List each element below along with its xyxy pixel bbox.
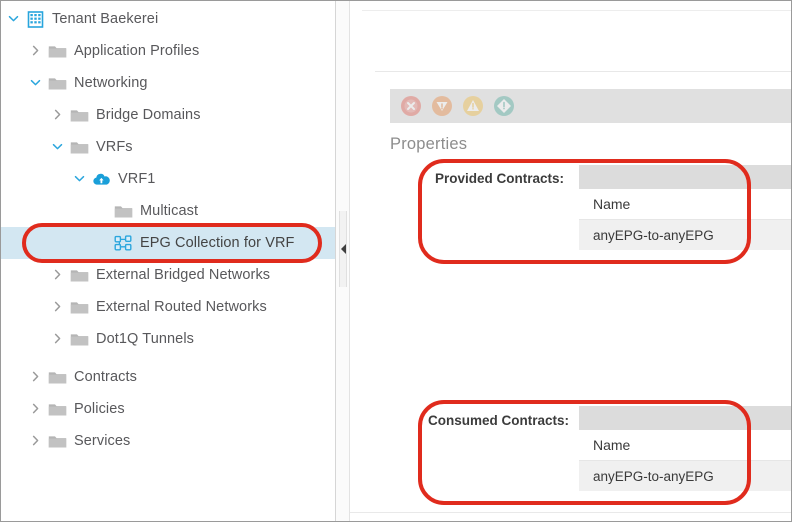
provided-contracts-table-toolbar[interactable] — [579, 165, 791, 189]
chevron-right-icon[interactable] — [51, 108, 66, 123]
tree-item-application-profiles[interactable]: Application Profiles — [1, 35, 335, 67]
tree-item-vrf1[interactable]: VRF1 — [1, 163, 335, 195]
tree-item-epg-collection-for-vrf[interactable]: EPG Collection for VRF — [1, 227, 335, 259]
tenant-building-icon — [25, 10, 45, 28]
provided-contracts-table: Name anyEPG-to-anyEPG — [579, 165, 791, 264]
folder-icon — [47, 368, 67, 386]
tree-item-label: Tenant Baekerei — [52, 11, 159, 27]
chevron-down-icon[interactable] — [29, 76, 44, 91]
chevron-down-icon[interactable] — [7, 12, 22, 27]
chevron-right-icon[interactable] — [51, 300, 66, 315]
tree-item-networking[interactable]: Networking — [1, 67, 335, 99]
tree-item-external-routed-networks[interactable]: External Routed Networks — [1, 291, 335, 323]
tree-item-label: VRF1 — [118, 171, 156, 187]
provided-contracts-table-header: Name — [579, 189, 791, 220]
bottom-divider — [350, 512, 791, 513]
contract-name-cell: anyEPG-to-anyEPG — [593, 468, 714, 484]
consumed-contracts-label: Consumed Contracts: — [428, 413, 570, 428]
chevron-down-icon[interactable] — [73, 172, 88, 187]
table-row[interactable]: anyEPG-to-anyEPG — [579, 220, 791, 250]
tree-item-contracts[interactable]: Contracts — [1, 361, 335, 393]
chevron-down-icon[interactable] — [51, 140, 66, 155]
column-header-name[interactable]: Name — [593, 437, 630, 453]
navigation-tree-panel: Tenant Baekerei Application Profiles Netwo… — [1, 1, 336, 521]
tree-item-policies[interactable]: Policies — [1, 393, 335, 425]
tree-item-label: Services — [74, 433, 131, 449]
chevron-right-icon[interactable] — [29, 434, 44, 449]
tree-item-label: Policies — [74, 401, 125, 417]
top-divider — [362, 10, 791, 11]
tree-item-label: EPG Collection for VRF — [140, 235, 295, 251]
table-row-filler — [579, 250, 791, 264]
tree-item-services[interactable]: Services — [1, 425, 335, 457]
fault-warning-icon[interactable] — [493, 95, 515, 117]
table-row[interactable]: anyEPG-to-anyEPG — [579, 461, 791, 491]
chevron-right-icon[interactable] — [51, 332, 66, 347]
tree-item-bridge-domains[interactable]: Bridge Domains — [1, 99, 335, 131]
tree-item-label: VRFs — [96, 139, 133, 155]
tree-item-dot1q-tunnels[interactable]: Dot1Q Tunnels — [1, 323, 335, 355]
splitter-collapse-handle[interactable] — [339, 211, 347, 287]
folder-icon — [47, 432, 67, 450]
tree-item-label: External Routed Networks — [96, 299, 267, 315]
vrf-cloud-icon — [91, 170, 111, 188]
folder-icon — [69, 106, 89, 124]
folder-icon — [113, 202, 133, 220]
folder-icon — [47, 42, 67, 60]
tree-item-label: External Bridged Networks — [96, 267, 271, 283]
tree-item-label: Networking — [74, 75, 148, 91]
consumed-contracts-table-header: Name — [579, 430, 791, 461]
tree-item-external-bridged-networks[interactable]: External Bridged Networks — [1, 259, 335, 291]
tree-item-vrfs[interactable]: VRFs — [1, 131, 335, 163]
folder-icon — [69, 330, 89, 348]
section-divider — [375, 71, 791, 72]
fault-major-icon[interactable] — [431, 95, 453, 117]
tree-item-label: Bridge Domains — [96, 107, 201, 123]
chevron-right-icon[interactable] — [51, 268, 66, 283]
tree-item-label: Dot1Q Tunnels — [96, 331, 195, 347]
tree-item-tenant-baekerei[interactable]: Tenant Baekerei — [1, 3, 335, 35]
chevron-right-icon[interactable] — [29, 402, 44, 417]
panel-splitter[interactable] — [336, 1, 350, 521]
chevron-right-icon[interactable] — [29, 370, 44, 385]
fault-critical-icon[interactable] — [400, 95, 422, 117]
collapse-left-arrow-icon — [340, 244, 346, 254]
fault-minor-icon[interactable] — [462, 95, 484, 117]
folder-icon — [69, 266, 89, 284]
epg-collection-icon — [113, 234, 133, 252]
provided-contracts-label: Provided Contracts: — [435, 171, 565, 186]
tree-item-multicast[interactable]: Multicast — [1, 195, 335, 227]
tree-item-label: Contracts — [74, 369, 137, 385]
properties-content-panel: Properties Provided Contracts: Name anyE… — [350, 1, 791, 521]
tree-item-label: Application Profiles — [74, 43, 200, 59]
folder-icon — [47, 74, 67, 92]
consumed-contracts-table: Name anyEPG-to-anyEPG — [579, 406, 791, 505]
folder-icon — [47, 400, 67, 418]
aci-tenant-screen: Tenant Baekerei Application Profiles Netwo… — [0, 0, 792, 522]
fault-status-toolbar — [390, 89, 791, 123]
tree-item-label: Multicast — [140, 203, 199, 219]
properties-heading: Properties — [390, 135, 468, 153]
contract-name-cell: anyEPG-to-anyEPG — [593, 227, 714, 243]
folder-icon — [69, 298, 89, 316]
chevron-right-icon[interactable] — [29, 44, 44, 59]
consumed-contracts-table-toolbar[interactable] — [579, 406, 791, 430]
folder-icon — [69, 138, 89, 156]
column-header-name[interactable]: Name — [593, 196, 630, 212]
table-row-filler — [579, 491, 791, 505]
